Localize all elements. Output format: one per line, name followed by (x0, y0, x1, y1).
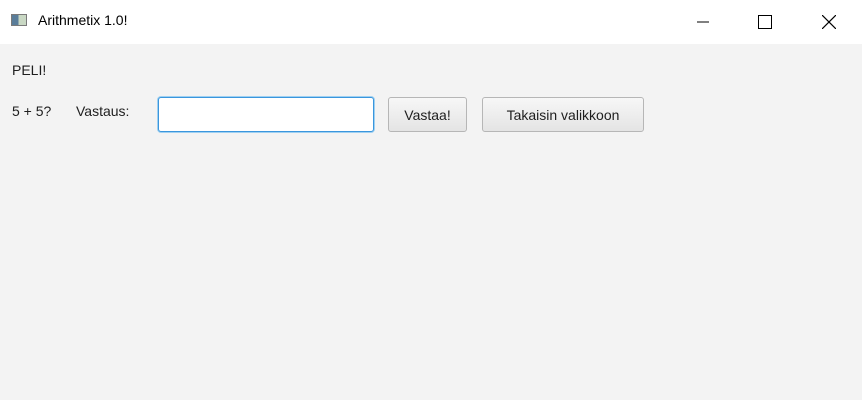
answer-input[interactable] (158, 97, 374, 132)
maximize-icon (758, 15, 772, 29)
page-title: PELI! (12, 62, 47, 78)
minimize-button[interactable] (680, 0, 726, 44)
answer-label: Vastaus: (76, 103, 130, 119)
title-bar[interactable]: Arithmetix 1.0! (0, 0, 862, 44)
question-text: 5 + 5? (12, 103, 52, 119)
app-window: Arithmetix 1.0! PELI! 5 + 5? Vastaus: Va… (0, 0, 862, 400)
close-button[interactable] (806, 0, 852, 44)
window-title: Arithmetix 1.0! (38, 12, 128, 28)
minimize-icon (697, 21, 709, 23)
maximize-button[interactable] (742, 0, 788, 44)
app-icon (11, 14, 27, 26)
close-icon (822, 15, 836, 29)
submit-answer-button[interactable]: Vastaa! (388, 97, 467, 132)
game-panel: PELI! 5 + 5? Vastaus: Vastaa! Takaisin v… (0, 44, 862, 400)
back-to-menu-button[interactable]: Takaisin valikkoon (482, 97, 644, 132)
